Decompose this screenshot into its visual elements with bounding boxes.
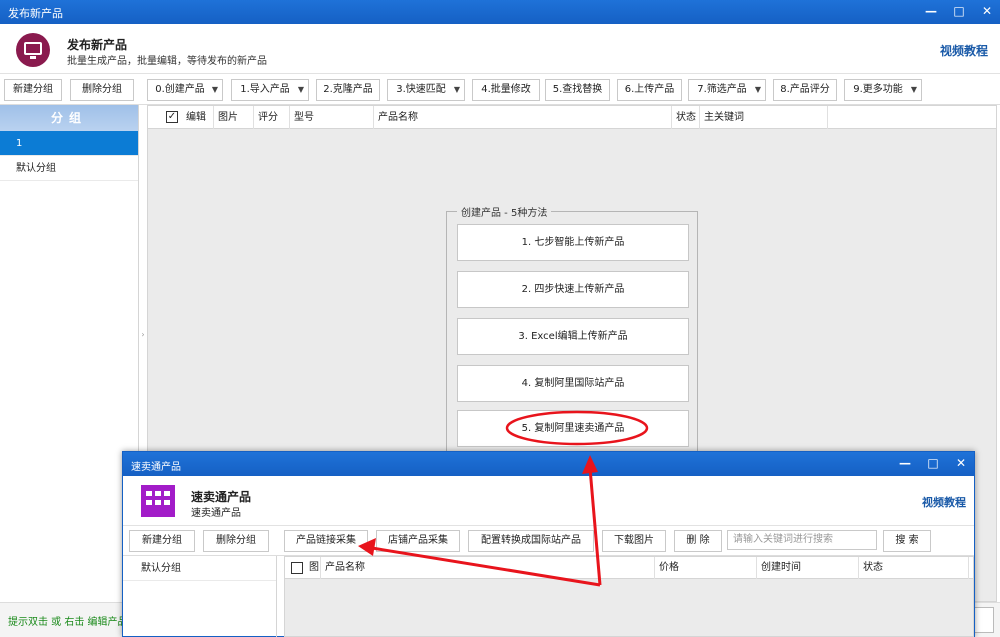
child-group-sidebar: 默认分组	[123, 556, 277, 637]
upload-product-button[interactable]: 6.上传产品	[617, 79, 682, 101]
maximize-icon[interactable]: □	[952, 3, 966, 19]
child-minimize-icon[interactable]: —	[898, 455, 912, 471]
product-score-button[interactable]: 8.产品评分	[773, 79, 837, 101]
title-bar: 发布新产品 — □ ✕	[0, 0, 1000, 24]
shop-product-collect-button[interactable]: 店铺产品采集	[376, 530, 460, 552]
child-select-all-checkbox[interactable]	[291, 562, 303, 574]
minimize-icon[interactable]: —	[924, 3, 938, 19]
child-delete-group-button[interactable]: 删除分组	[203, 530, 269, 552]
new-group-button[interactable]: 新建分组	[4, 79, 62, 101]
download-images-button[interactable]: 下载图片	[602, 530, 666, 552]
child-video-tutorial-link[interactable]: 视频教程	[922, 494, 966, 510]
child-window-title: 速卖通产品	[131, 462, 181, 473]
search-button[interactable]: 搜 索	[883, 530, 931, 552]
convert-to-international-button[interactable]: 配置转换成国际站产品	[468, 530, 594, 552]
child-close-icon[interactable]: ✕	[954, 455, 968, 471]
child-col-image[interactable]: 图	[307, 557, 321, 579]
quick-match-button[interactable]: 3.快速匹配 ▼	[387, 79, 465, 101]
child-delete-button[interactable]: 删 除	[674, 530, 722, 552]
building-logo-icon	[141, 485, 175, 517]
quick-match-label: 3.快速匹配	[396, 84, 446, 95]
header-title: 发布新产品	[67, 38, 128, 52]
filter-product-label: 7.筛选产品	[697, 84, 747, 95]
delete-group-button[interactable]: 删除分组	[70, 79, 134, 101]
child-col-created-time[interactable]: 创建时间	[757, 557, 859, 579]
chevron-down-icon: ▼	[910, 85, 917, 94]
more-functions-label: 9.更多功能	[853, 84, 903, 95]
keyword-search-input[interactable]: 请输入关键词进行搜索	[727, 530, 877, 550]
child-col-status[interactable]: 状态	[859, 557, 969, 579]
select-all-checkbox[interactable]: ✓	[166, 111, 178, 123]
main-toolbar: 新建分组 删除分组 0.创建产品 ▼ 1.导入产品 ▼ 2.克隆产品 3.快速匹配 ▼…	[0, 75, 1000, 105]
splitter-handle[interactable]: ›	[139, 320, 147, 350]
col-main-keyword[interactable]: 主关键词	[700, 106, 828, 129]
chevron-down-icon: ▼	[453, 85, 460, 94]
child-product-list: 图 产品名称 价格 创建时间 状态	[284, 556, 974, 637]
child-sidebar-item-default[interactable]: 默认分组	[123, 556, 276, 581]
child-table-header: 图 产品名称 价格 创建时间 状态	[285, 557, 973, 579]
col-image[interactable]: 图片	[214, 106, 254, 129]
child-header-subtitle: 速卖通产品	[191, 508, 241, 519]
table-header: ✓ 编辑 图片 评分 型号 产品名称 状态 主关键词	[148, 106, 996, 129]
chevron-down-icon: ▼	[754, 85, 761, 94]
import-product-label: 1.导入产品	[240, 84, 290, 95]
header-subtitle: 批量生成产品，批量编辑，等待发布的新产品	[67, 56, 267, 67]
create-methods-legend: 创建产品 - 5种方法	[457, 204, 552, 219]
batch-edit-button[interactable]: 4.批量修改	[472, 79, 540, 101]
group-sidebar: 分组 1 默认分组	[0, 105, 139, 602]
status-button[interactable]	[974, 607, 994, 633]
col-status[interactable]: 状态	[672, 106, 700, 129]
child-header-title: 速卖通产品	[191, 490, 252, 504]
clone-product-button[interactable]: 2.克隆产品	[316, 79, 380, 101]
col-score[interactable]: 评分	[254, 106, 290, 129]
import-product-button[interactable]: 1.导入产品 ▼	[231, 79, 309, 101]
window-title: 发布新产品	[8, 7, 63, 20]
aliexpress-window: 速卖通产品 — □ ✕ 速卖通产品 速卖通产品 视频教程 新建分组 删除分组 产…	[122, 451, 975, 637]
child-header: 速卖通产品 速卖通产品 视频教程	[123, 476, 974, 526]
child-title-bar: 速卖通产品 — □ ✕	[123, 452, 974, 476]
method-4-button[interactable]: 4. 复制阿里国际站产品	[457, 365, 689, 402]
sidebar-header: 分组	[0, 105, 138, 131]
product-link-collect-button[interactable]: 产品链接采集	[284, 530, 368, 552]
method-2-button[interactable]: 2. 四步快速上传新产品	[457, 271, 689, 308]
close-icon[interactable]: ✕	[980, 3, 994, 19]
app-header: 发布新产品 批量生成产品，批量编辑，等待发布的新产品 视频教程	[0, 24, 1000, 74]
chevron-down-icon: ▼	[297, 85, 304, 94]
create-product-button[interactable]: 0.创建产品 ▼	[147, 79, 223, 101]
col-model[interactable]: 型号	[290, 106, 374, 129]
col-edit[interactable]: 编辑	[182, 106, 214, 129]
child-new-group-button[interactable]: 新建分组	[129, 530, 195, 552]
child-toolbar: 新建分组 删除分组 产品链接采集 店铺产品采集 配置转换成国际站产品 下载图片 …	[123, 526, 974, 556]
col-product-name[interactable]: 产品名称	[374, 106, 672, 129]
filter-product-button[interactable]: 7.筛选产品 ▼	[688, 79, 766, 101]
sidebar-item-default[interactable]: 默认分组	[0, 156, 138, 181]
method-5-button[interactable]: 5. 复制阿里速卖通产品	[457, 410, 689, 447]
sidebar-item-1[interactable]: 1	[0, 131, 138, 156]
child-col-price[interactable]: 价格	[655, 557, 757, 579]
create-product-label: 0.创建产品	[155, 84, 205, 95]
video-tutorial-link[interactable]: 视频教程	[940, 42, 988, 59]
monitor-logo-icon	[16, 33, 50, 67]
child-maximize-icon[interactable]: □	[926, 455, 940, 471]
method-1-button[interactable]: 1. 七步智能上传新产品	[457, 224, 689, 261]
find-replace-button[interactable]: 5.查找替换	[545, 79, 610, 101]
status-hint: 提示双击 或 右击 编辑产品	[8, 617, 128, 628]
method-3-button[interactable]: 3. Excel编辑上传新产品	[457, 318, 689, 355]
more-functions-button[interactable]: 9.更多功能 ▼	[844, 79, 922, 101]
child-col-product-name[interactable]: 产品名称	[321, 557, 655, 579]
chevron-down-icon: ▼	[211, 85, 218, 94]
